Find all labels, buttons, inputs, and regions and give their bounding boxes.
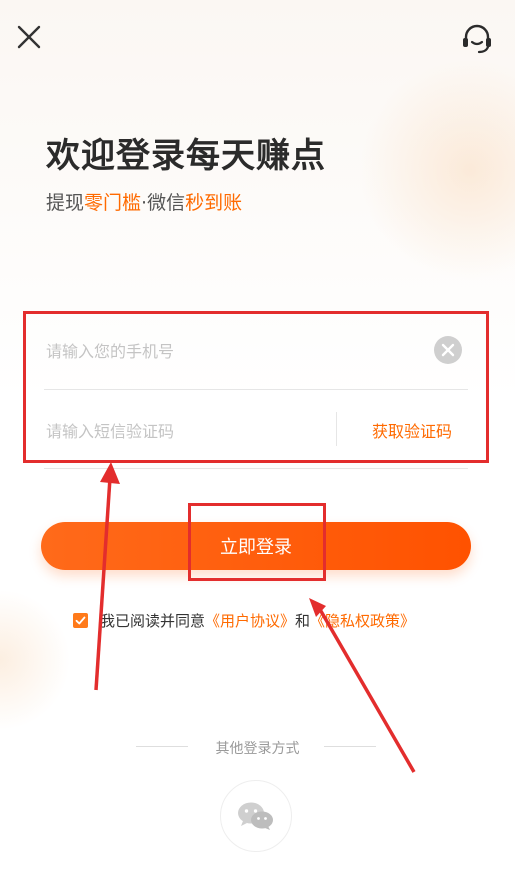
- annotation-arrows: [94, 462, 416, 773]
